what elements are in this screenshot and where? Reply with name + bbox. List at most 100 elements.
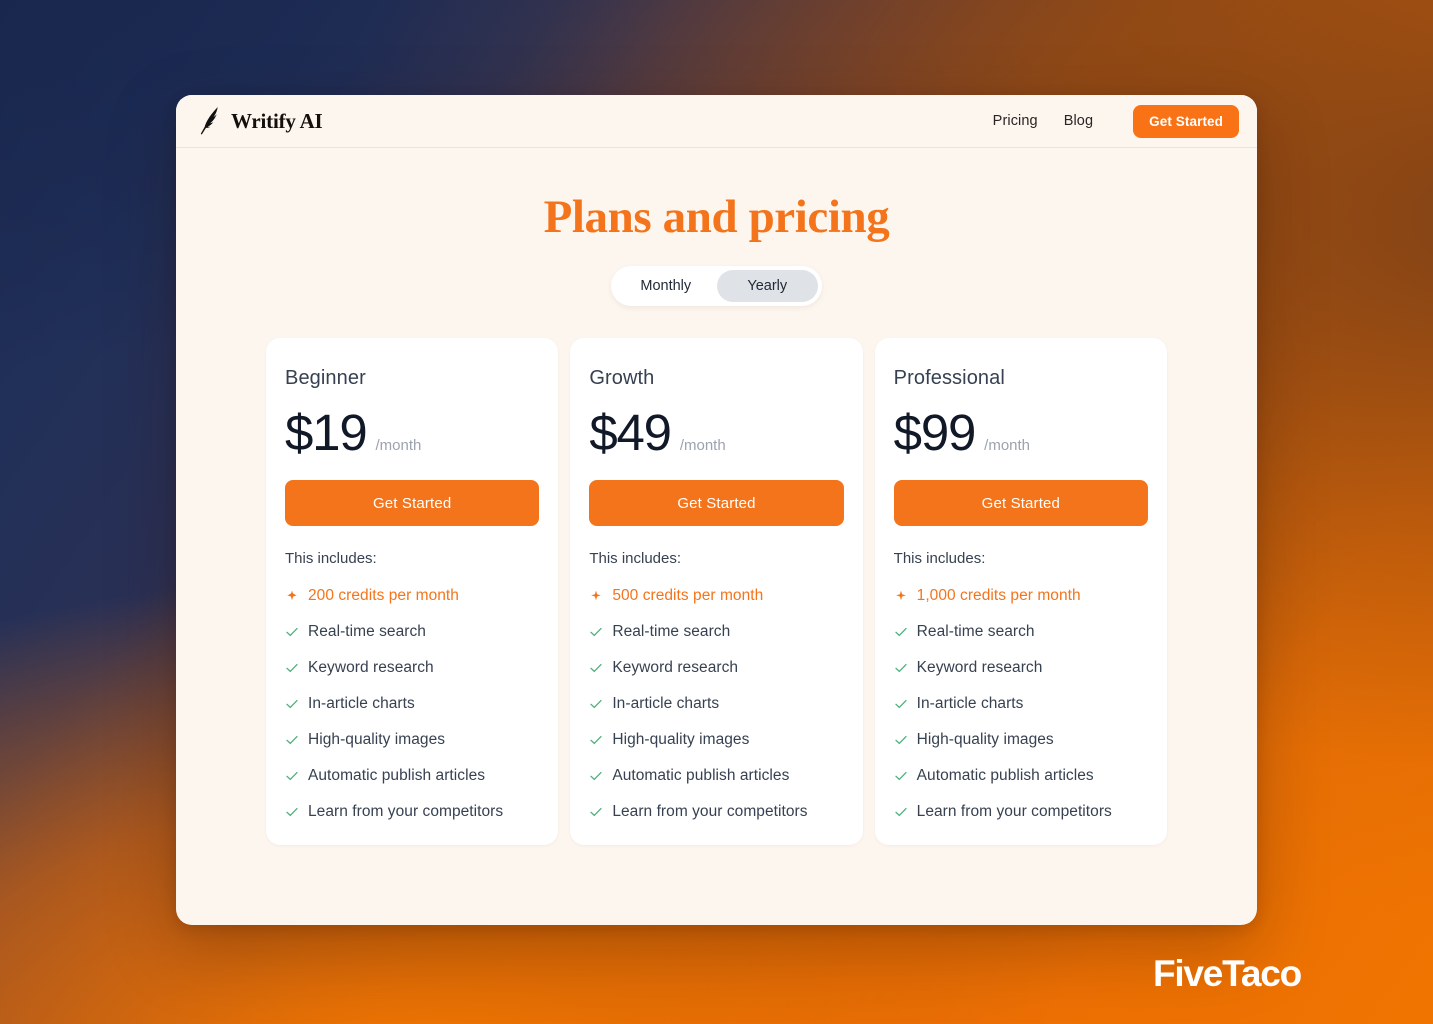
plan-price-row: $19 /month: [285, 407, 539, 458]
brand-logo[interactable]: Writify AI: [196, 106, 323, 136]
check-icon: [895, 735, 907, 745]
plan-period: /month: [679, 437, 726, 455]
feature-item: High-quality images: [285, 731, 539, 749]
feature-label: High-quality images: [916, 731, 1054, 749]
site-header: Writify AI Pricing Blog Get Started: [176, 95, 1257, 148]
feature-item: In-article charts: [589, 695, 843, 713]
feature-item: High-quality images: [589, 731, 843, 749]
nav-link-pricing[interactable]: Pricing: [993, 113, 1038, 129]
pricing-cards: Beginner $19 /month Get Started This inc…: [176, 338, 1257, 846]
plan-name: Beginner: [285, 367, 366, 390]
header-get-started-button[interactable]: Get Started: [1133, 104, 1239, 138]
plan-get-started-button[interactable]: Get Started: [285, 480, 540, 527]
check-icon: [895, 771, 907, 781]
feature-label: Keyword research: [916, 659, 1043, 677]
page-body: Plans and pricing Monthly Yearly Beginne…: [176, 148, 1257, 925]
feature-label: High-quality images: [612, 731, 750, 749]
billing-period-toggle[interactable]: Monthly Yearly: [611, 266, 822, 307]
check-icon: [590, 699, 602, 709]
page-title: Plans and pricing: [543, 191, 890, 243]
toggle-option-yearly[interactable]: Yearly: [716, 270, 818, 303]
feature-label: Learn from your competitors: [308, 803, 504, 821]
feature-label: Learn from your competitors: [916, 803, 1112, 821]
feature-item: Real-time search: [285, 623, 539, 641]
feature-list: 200 credits per month Real-time search K…: [285, 587, 539, 821]
feature-label: Keyword research: [308, 659, 434, 677]
plan-price: $99: [893, 404, 977, 462]
feature-item: In-article charts: [285, 695, 539, 713]
check-icon: [590, 735, 602, 745]
feature-label: Automatic publish articles: [916, 767, 1094, 785]
feature-item: Keyword research: [285, 659, 539, 677]
feature-label: 200 credits per month: [308, 587, 459, 605]
feature-label: Keyword research: [612, 659, 739, 677]
feature-item: Keyword research: [589, 659, 843, 677]
check-icon: [286, 771, 298, 781]
plan-name: Growth: [589, 367, 655, 390]
feature-label: Real-time search: [612, 623, 731, 641]
feature-label: Automatic publish articles: [612, 767, 790, 785]
plan-price-row: $49 /month: [589, 407, 843, 458]
check-icon: [286, 807, 298, 817]
check-icon: [286, 663, 298, 673]
feature-item: Learn from your competitors: [589, 803, 843, 821]
feature-label: Learn from your competitors: [612, 803, 808, 821]
plan-period: /month: [984, 437, 1031, 455]
check-icon: [895, 627, 907, 637]
plan-card-beginner: Beginner $19 /month Get Started This inc…: [266, 338, 559, 846]
plan-name: Professional: [893, 367, 1005, 390]
feature-item: In-article charts: [894, 695, 1148, 713]
check-icon: [895, 699, 907, 709]
check-icon: [590, 627, 602, 637]
plan-card-professional: Professional $99 /month Get Started This…: [874, 338, 1167, 846]
feature-item: 1,000 credits per month: [894, 587, 1148, 605]
feature-label: Automatic publish articles: [308, 767, 486, 785]
plan-price: $49: [589, 404, 672, 462]
nav-link-blog[interactable]: Blog: [1064, 113, 1093, 129]
sparkle-icon: [287, 590, 297, 601]
feature-item: Automatic publish articles: [894, 767, 1148, 785]
feature-item: 500 credits per month: [589, 587, 843, 605]
feature-item: Learn from your competitors: [894, 803, 1148, 821]
check-icon: [286, 735, 298, 745]
feature-label: 500 credits per month: [612, 587, 764, 605]
feature-list: 1,000 credits per month Real-time search…: [894, 587, 1148, 821]
check-icon: [286, 627, 298, 637]
feature-item: Keyword research: [894, 659, 1148, 677]
plan-includes-label: This includes:: [893, 550, 986, 568]
app-window: Writify AI Pricing Blog Get Started Plan…: [176, 95, 1257, 925]
plan-includes-label: This includes:: [285, 550, 377, 568]
feature-item: High-quality images: [894, 731, 1148, 749]
check-icon: [590, 771, 602, 781]
toggle-option-monthly[interactable]: Monthly: [615, 270, 717, 302]
check-icon: [895, 807, 907, 817]
fivetaco-watermark: FiveTaco: [1152, 953, 1302, 994]
main-nav: Pricing Blog Get Started: [993, 104, 1239, 138]
check-icon: [286, 699, 298, 709]
feature-label: Real-time search: [916, 623, 1035, 641]
plan-period: /month: [375, 437, 422, 455]
feature-label: In-article charts: [308, 695, 415, 713]
sparkle-icon: [895, 590, 906, 601]
feature-item: Automatic publish articles: [589, 767, 843, 785]
plan-includes-label: This includes:: [589, 550, 682, 568]
feature-label: High-quality images: [308, 731, 446, 749]
feather-quill-icon: [200, 107, 218, 135]
feature-item: Real-time search: [894, 623, 1148, 641]
check-icon: [590, 807, 602, 817]
feature-item: Real-time search: [589, 623, 843, 641]
check-icon: [895, 663, 907, 673]
plan-price-row: $99 /month: [894, 407, 1148, 458]
feature-item: 200 credits per month: [285, 587, 539, 605]
feature-item: Learn from your competitors: [285, 803, 539, 821]
sparkle-icon: [591, 590, 602, 601]
feature-label: In-article charts: [916, 695, 1024, 713]
plan-get-started-button[interactable]: Get Started: [589, 480, 844, 527]
plan-card-growth: Growth $49 /month Get Started This inclu…: [570, 338, 863, 846]
check-icon: [590, 663, 602, 673]
brand-name: Writify AI: [231, 108, 323, 133]
feature-list: 500 credits per month Real-time search K…: [589, 587, 843, 821]
feature-item: Automatic publish articles: [285, 767, 539, 785]
plan-price: $19: [285, 404, 368, 462]
plan-get-started-button[interactable]: Get Started: [893, 480, 1148, 527]
